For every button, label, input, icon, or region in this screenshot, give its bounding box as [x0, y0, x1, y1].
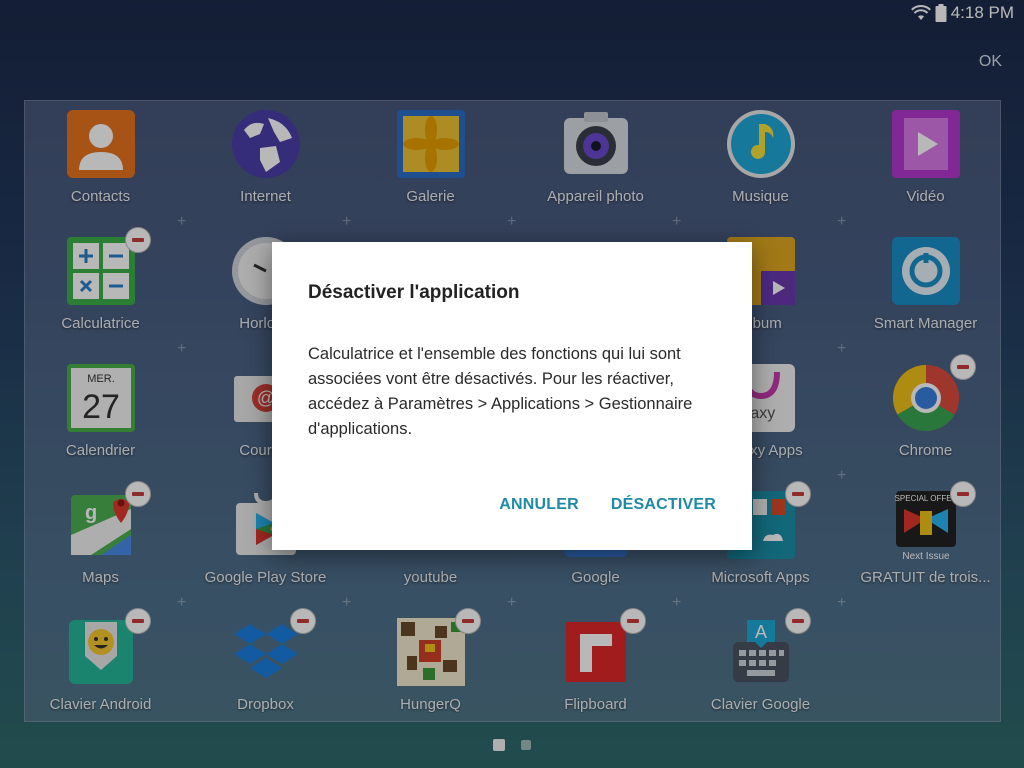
- dialog-title: Désactiver l'application: [308, 282, 520, 303]
- disable-app-dialog: Désactiver l'application Calculatrice et…: [272, 242, 752, 550]
- cancel-button[interactable]: ANNULER: [499, 496, 579, 514]
- dialog-message: Calculatrice et l'ensemble des fonctions…: [308, 345, 693, 438]
- disable-button[interactable]: DÉSACTIVER: [611, 496, 716, 514]
- dialog-actions: ANNULER DÉSACTIVER: [499, 496, 716, 514]
